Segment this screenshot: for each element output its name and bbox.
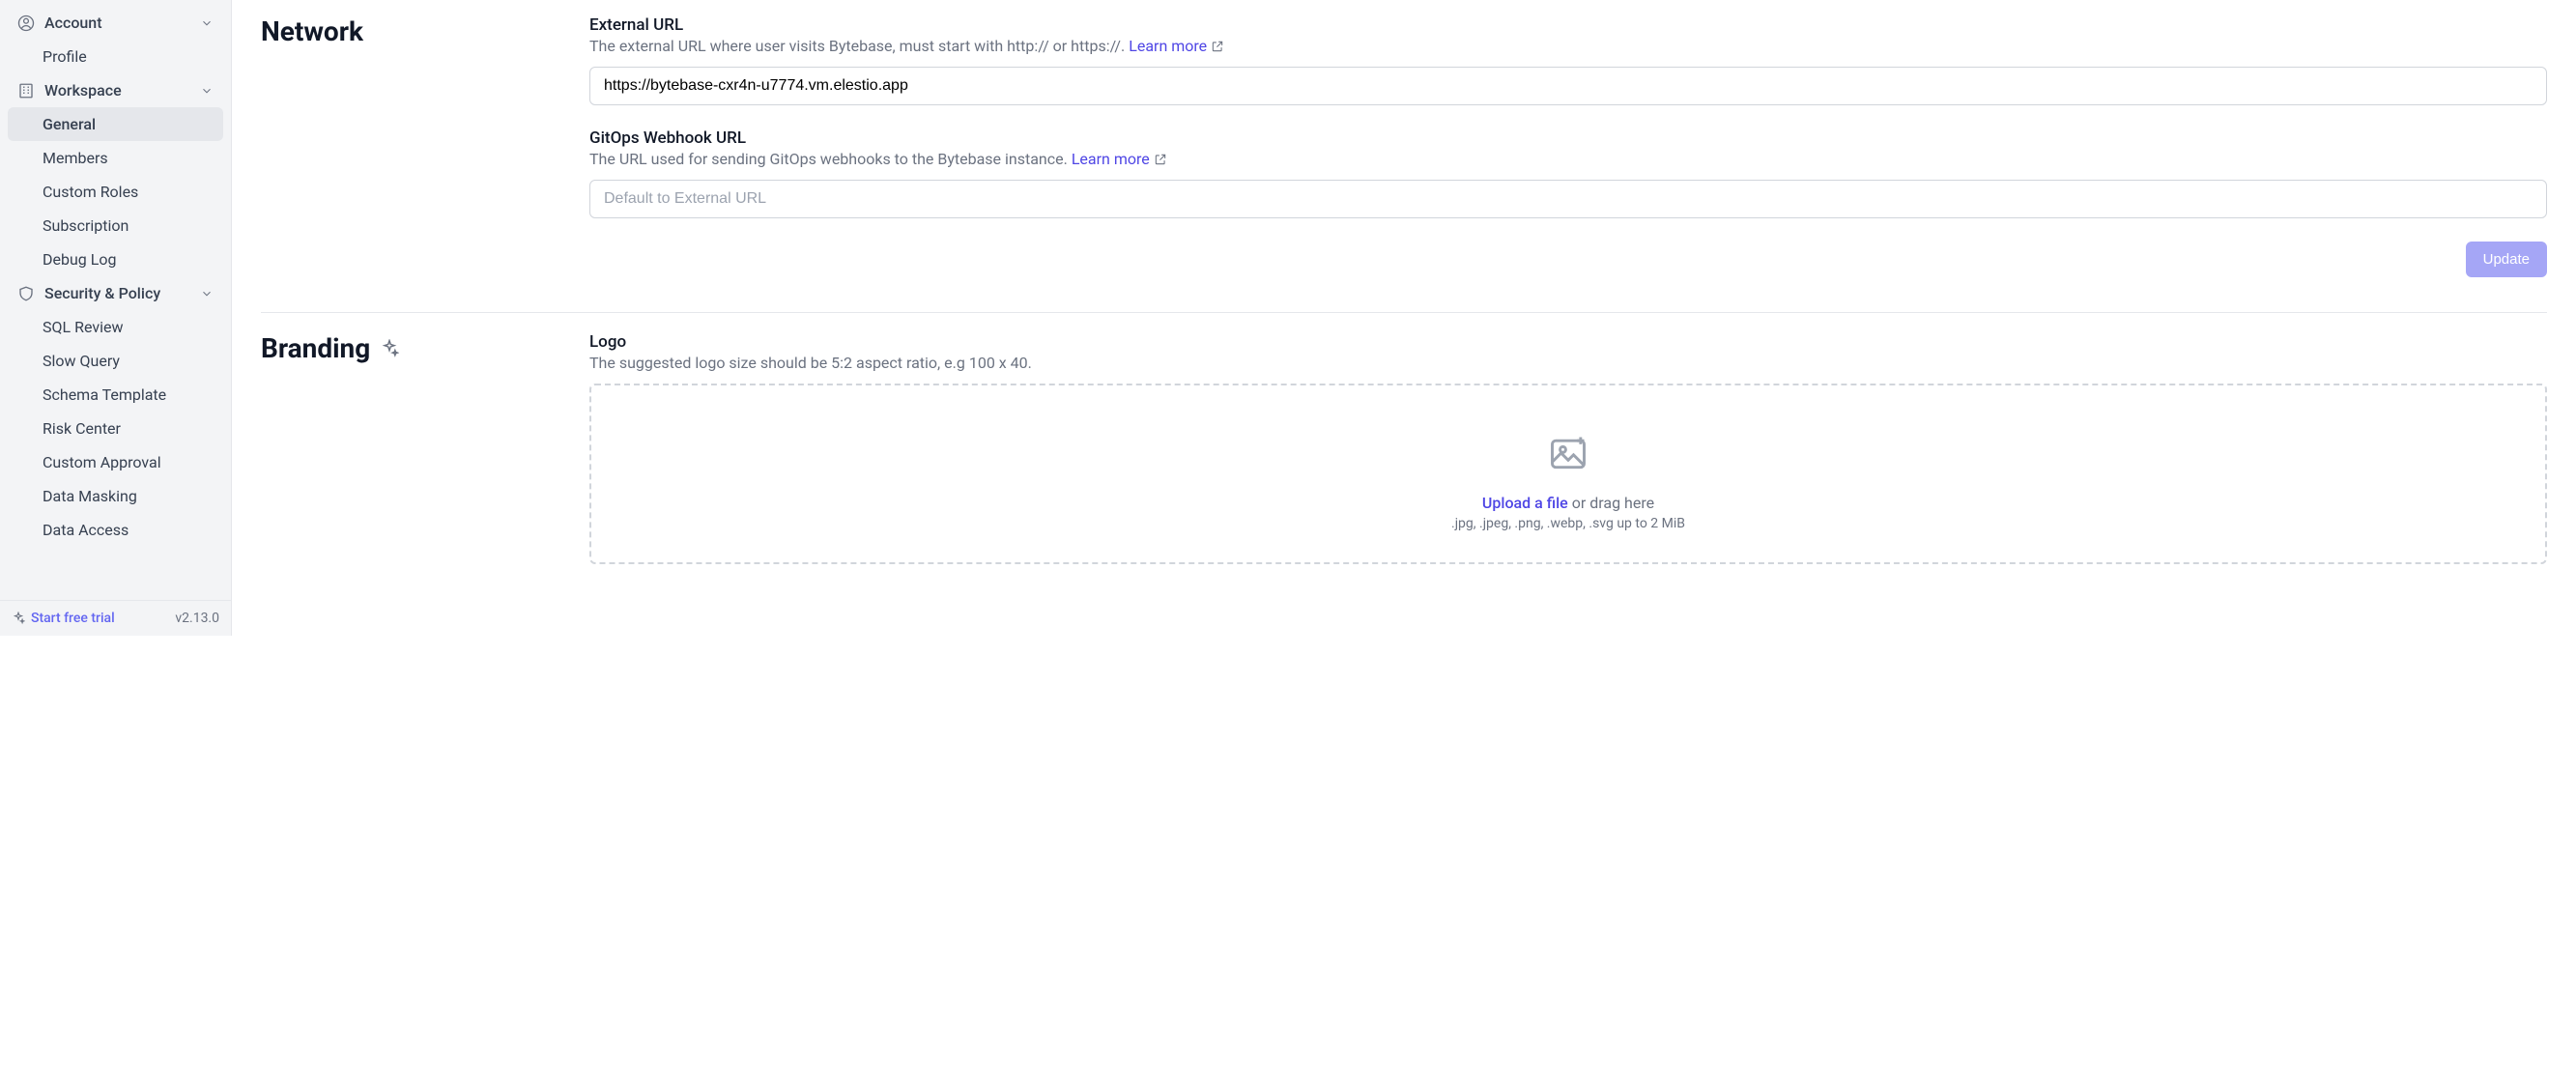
chevron-down-icon (200, 16, 214, 30)
sidebar-group-label: Security & Policy (44, 284, 160, 302)
field-gitops-url: GitOps Webhook URL The URL used for send… (589, 128, 2547, 218)
gitops-desc: The URL used for sending GitOps webhooks… (589, 150, 2547, 168)
external-link-icon (1154, 153, 1167, 166)
start-free-trial-link[interactable]: Start free trial (12, 611, 115, 626)
section-network: Network External URL The external URL wh… (261, 15, 2547, 313)
sidebar-item-label: Slow Query (43, 352, 120, 370)
section-body: Logo The suggested logo size should be 5… (589, 332, 2547, 587)
upload-file-link[interactable]: Upload a file (1482, 494, 1568, 512)
gitops-label: GitOps Webhook URL (589, 128, 2547, 148)
sidebar-item-label: Members (43, 149, 108, 167)
sidebar-item-data-masking[interactable]: Data Masking (8, 479, 223, 513)
desc-text: The external URL where user visits Byteb… (589, 37, 1125, 55)
sidebar-item-label: Profile (43, 47, 87, 66)
sidebar-item-risk-center[interactable]: Risk Center (8, 412, 223, 445)
sidebar-item-members[interactable]: Members (8, 141, 223, 175)
sidebar-item-data-access[interactable]: Data Access (8, 513, 223, 547)
sidebar-item-label: Risk Center (43, 419, 121, 438)
sidebar-group-workspace[interactable]: Workspace (8, 73, 223, 107)
network-heading: Network (261, 15, 551, 47)
sidebar-item-slow-query[interactable]: Slow Query (8, 344, 223, 378)
sidebar-item-label: Schema Template (43, 385, 166, 404)
sidebar-item-profile[interactable]: Profile (8, 40, 223, 73)
learn-more-text: Learn more (1072, 150, 1150, 168)
section-title: Network (261, 15, 551, 277)
sidebar-item-label: General (43, 115, 96, 133)
sidebar-item-custom-roles[interactable]: Custom Roles (8, 175, 223, 209)
logo-upload-zone[interactable]: Upload a file or drag here .jpg, .jpeg, … (589, 384, 2547, 564)
section-branding: Branding Logo The suggested logo size sh… (261, 332, 2547, 622)
chevron-down-icon (200, 84, 214, 98)
sparkle-icon (380, 339, 399, 358)
sidebar-scroll[interactable]: Account Profile Workspace General Member… (0, 0, 231, 600)
chevron-down-icon (200, 287, 214, 300)
upload-instructions: Upload a file or drag here (611, 494, 2526, 512)
sidebar-group-security-policy[interactable]: Security & Policy (8, 276, 223, 310)
sidebar-item-general[interactable]: General (8, 107, 223, 141)
sidebar-item-debug-log[interactable]: Debug Log (8, 242, 223, 276)
shield-icon (17, 285, 35, 302)
desc-text: The URL used for sending GitOps webhooks… (589, 150, 1068, 168)
user-circle-icon (17, 14, 35, 32)
building-icon (17, 82, 35, 100)
sidebar-item-label: Data Access (43, 521, 129, 539)
sidebar-item-schema-template[interactable]: Schema Template (8, 378, 223, 412)
external-url-input[interactable] (589, 67, 2547, 105)
external-url-desc: The external URL where user visits Byteb… (589, 37, 2547, 55)
branding-heading: Branding (261, 332, 551, 364)
main-content: Network External URL The external URL wh… (232, 0, 2576, 1082)
learn-more-link[interactable]: Learn more (1072, 150, 1167, 168)
sidebar-footer: Start free trial v2.13.0 (0, 600, 231, 636)
sparkle-icon (12, 612, 25, 625)
sidebar-item-custom-approval[interactable]: Custom Approval (8, 445, 223, 479)
upload-rest-text: or drag here (1568, 494, 1654, 512)
section-title: Branding (261, 332, 551, 587)
external-link-icon (1211, 40, 1224, 53)
field-logo: Logo The suggested logo size should be 5… (589, 332, 2547, 564)
sidebar-group-label: Account (44, 14, 102, 32)
sidebar-item-label: SQL Review (43, 318, 123, 336)
button-row: Update (589, 242, 2547, 277)
image-add-icon (1547, 432, 1589, 474)
trial-label: Start free trial (31, 611, 115, 626)
branding-title-text: Branding (261, 332, 370, 364)
sidebar-item-label: Custom Roles (43, 183, 138, 201)
version-label: v2.13.0 (175, 611, 219, 626)
section-body: External URL The external URL where user… (589, 15, 2547, 277)
sidebar-item-subscription[interactable]: Subscription (8, 209, 223, 242)
sidebar-item-sql-review[interactable]: SQL Review (8, 310, 223, 344)
gitops-url-input[interactable] (589, 180, 2547, 218)
sidebar-item-label: Custom Approval (43, 453, 161, 471)
field-external-url: External URL The external URL where user… (589, 15, 2547, 105)
update-button[interactable]: Update (2466, 242, 2547, 277)
logo-desc: The suggested logo size should be 5:2 as… (589, 354, 2547, 372)
sidebar-group-account[interactable]: Account (8, 6, 223, 40)
learn-more-link[interactable]: Learn more (1129, 37, 1224, 55)
sidebar-item-label: Data Masking (43, 487, 137, 505)
sidebar: Account Profile Workspace General Member… (0, 0, 232, 636)
upload-formats: .jpg, .jpeg, .png, .webp, .svg up to 2 M… (611, 516, 2526, 531)
external-url-label: External URL (589, 15, 2547, 35)
sidebar-item-label: Debug Log (43, 250, 116, 269)
learn-more-text: Learn more (1129, 37, 1207, 55)
logo-label: Logo (589, 332, 2547, 352)
sidebar-group-label: Workspace (44, 81, 122, 100)
sidebar-item-label: Subscription (43, 216, 129, 235)
